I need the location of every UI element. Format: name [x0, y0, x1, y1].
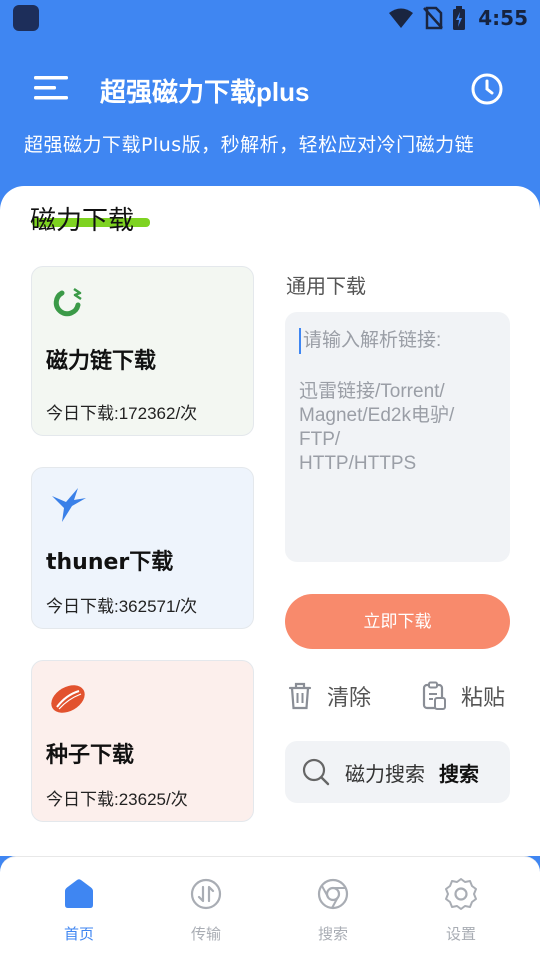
search-input-text: 磁力搜索 [345, 761, 425, 786]
seed-icon [51, 685, 85, 713]
transfer-icon [190, 878, 222, 910]
history-icon[interactable] [470, 72, 504, 106]
card-title: 种子下载 [46, 743, 135, 768]
magnet-icon [53, 287, 82, 317]
status-icons: 4:55 [388, 4, 528, 32]
card-download-count: 今日下载:362571/次 [46, 597, 198, 616]
download-now-button[interactable]: 立即下载 [285, 594, 510, 649]
clear-button[interactable]: 清除 [287, 676, 371, 716]
input-placeholder-line: 迅雷链接/Torrent/ [299, 381, 445, 402]
input-placeholder-line: FTP/ [299, 429, 341, 450]
nav-item-settings[interactable]: 设置 [411, 877, 511, 947]
magnet-search-box[interactable]: 磁力搜索 搜索 [285, 741, 510, 803]
text-cursor [299, 328, 301, 354]
menu-icon[interactable] [34, 74, 68, 102]
nav-label: 首页 [63, 925, 94, 943]
search-icon [302, 758, 330, 786]
browser-icon [317, 878, 349, 910]
nav-label: 搜索 [317, 925, 348, 943]
thuner-download-card[interactable]: thuner下载 今日下载:362571/次 [31, 467, 254, 629]
nav-item-search[interactable]: 搜索 [283, 877, 383, 947]
status-time: 4:55 [478, 6, 528, 30]
input-placeholder-line: Magnet/Ed2k电驴/ [299, 405, 455, 426]
app-subtitle: 超强磁力下载Plus版，秒解析，轻松应对冷门磁力链 [24, 134, 475, 156]
no-sim-icon [423, 6, 444, 30]
home-icon [65, 879, 93, 908]
general-download-label: 通用下载 [286, 274, 366, 298]
wifi-icon [389, 8, 414, 28]
gear-icon [445, 878, 477, 910]
card-download-count: 今日下载:172362/次 [46, 404, 198, 423]
paste-icon [422, 681, 446, 710]
app-notification-icon [13, 5, 39, 31]
nav-label: 设置 [445, 925, 476, 943]
input-placeholder-title: 请输入解析链接: [303, 330, 442, 352]
section-title: 磁力下载 [30, 206, 135, 236]
seed-download-card[interactable]: 种子下载 今日下载:23625/次 [31, 660, 254, 822]
card-title: 磁力链下载 [46, 349, 157, 374]
nav-label: 传输 [190, 925, 221, 943]
search-button[interactable]: 搜索 [439, 758, 479, 787]
bird-icon [52, 488, 86, 522]
card-download-count: 今日下载:23625/次 [46, 790, 188, 809]
trash-icon [288, 682, 312, 710]
nav-item-home[interactable]: 首页 [29, 877, 129, 947]
bottom-navigation: 首页 传输 搜索 设置 [0, 856, 540, 960]
nav-item-transfer[interactable]: 传输 [156, 877, 256, 947]
magnet-download-card[interactable]: 磁力链下载 今日下载:172362/次 [31, 266, 254, 436]
app-bar: 超强磁力下载plus [0, 56, 540, 122]
card-title: thuner下载 [46, 550, 174, 575]
battery-icon [453, 6, 466, 30]
paste-label: 粘贴 [461, 686, 506, 711]
app-title: 超强磁力下载plus [100, 77, 310, 107]
status-bar: 4:55 [0, 0, 540, 36]
paste-button[interactable]: 粘贴 [421, 676, 505, 716]
link-input[interactable]: 请输入解析链接: 迅雷链接/Torrent/ Magnet/Ed2k电驴/ FT… [285, 312, 510, 562]
input-placeholder-line: HTTP/HTTPS [299, 453, 417, 474]
clear-label: 清除 [327, 686, 372, 711]
main-panel: 磁力下载 磁力链下载 今日下载:172362/次 thuner下载 今日下载:3… [0, 186, 540, 856]
